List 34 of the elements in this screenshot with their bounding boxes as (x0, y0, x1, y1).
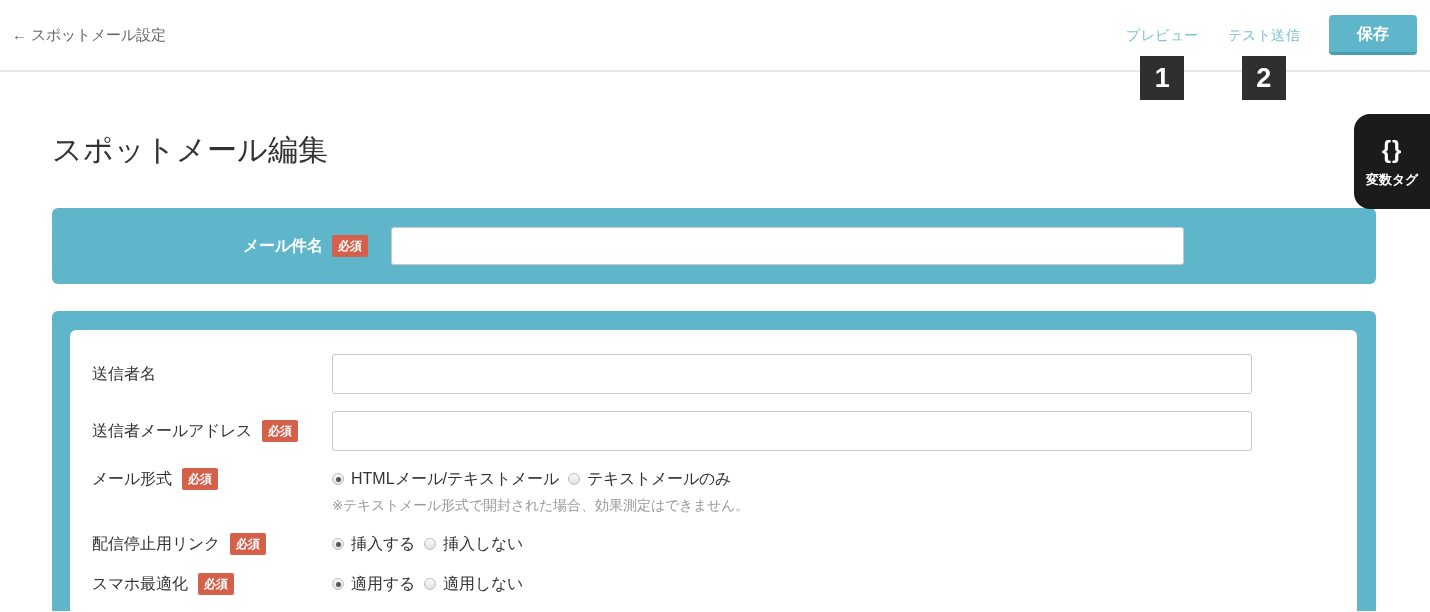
option-label[interactable]: 挿入する (351, 532, 415, 556)
text-input[interactable] (332, 354, 1252, 394)
field-label: 送信者メールアドレス (92, 421, 252, 441)
help-note: ※テキストメール形式で開封された場合、効果測定はできません。 (332, 497, 750, 515)
option-label[interactable]: 挿入しない (443, 532, 523, 556)
required-tag: 必須 (332, 235, 368, 257)
required-tag: 必須 (230, 533, 266, 555)
field-label: 配信停止用リンク (92, 534, 220, 554)
number-marker: 1 (1140, 56, 1185, 100)
radio-button[interactable] (424, 578, 436, 590)
field-label: メール形式 (92, 469, 172, 489)
text-input[interactable] (332, 411, 1252, 451)
option-label[interactable]: 適用しない (443, 572, 523, 596)
option-label[interactable]: テキストメールのみ (587, 467, 731, 491)
field-label: スマホ最適化 (92, 574, 188, 594)
field-label: メール件名 (243, 236, 323, 256)
radio-button[interactable] (332, 578, 344, 590)
tab-label: 変数タグ (1366, 171, 1418, 188)
variable-tag-tab[interactable]: {} 変数タグ (1354, 114, 1430, 209)
required-tag: 必須 (262, 420, 298, 442)
braces-icon: {} (1381, 135, 1403, 164)
subject-input[interactable] (391, 227, 1184, 265)
radio-button[interactable] (332, 473, 344, 485)
required-tag: 必須 (182, 468, 218, 490)
radio-button[interactable] (332, 538, 344, 550)
page-title: スポットメール編集 (52, 133, 328, 167)
number-marker: 2 (1241, 56, 1286, 100)
option-label[interactable]: HTMLメール/テキストメール (351, 467, 559, 491)
required-tag: 必須 (198, 573, 234, 595)
option-label[interactable]: 適用する (351, 572, 415, 596)
field-label: 送信者名 (92, 364, 156, 384)
back-link[interactable]: ← スポットメール設定 (12, 23, 167, 47)
radio-button[interactable] (568, 473, 580, 485)
radio-button[interactable] (424, 538, 436, 550)
